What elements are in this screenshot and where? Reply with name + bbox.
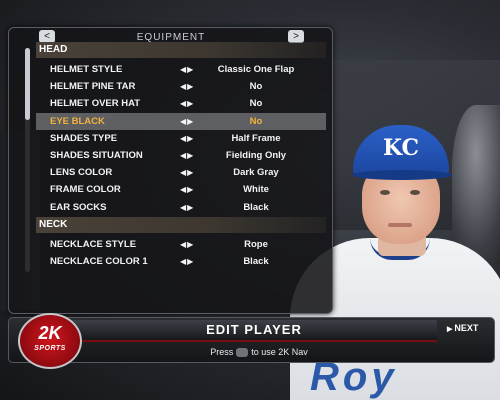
nav-hint: Press to use 2K Nav bbox=[159, 347, 359, 358]
option-value: Fielding Only bbox=[225, 150, 287, 161]
option-row[interactable]: EAR SOCKS ◀▶ Black bbox=[36, 199, 326, 216]
option-value: Rope bbox=[244, 238, 268, 250]
equipment-panel: < EQUIPMENT > HEAD HELMET STYLE ◀▶ Classic … bbox=[8, 27, 333, 314]
cap-logo: KC bbox=[382, 135, 420, 161]
option-value: No bbox=[249, 81, 263, 93]
section-header-neck: NECK bbox=[36, 216, 326, 233]
option-row[interactable]: NECKLACE STYLE ◀▶ Rope bbox=[36, 236, 326, 253]
option-row[interactable]: LENS COLOR ◀▶ Dark Gray bbox=[36, 164, 326, 181]
player-mouth bbox=[388, 223, 412, 227]
option-label: HELMET STYLE bbox=[50, 64, 123, 75]
option-row[interactable]: FRAME COLOR ◀▶ White bbox=[36, 181, 326, 198]
option-value: Classic One Flap bbox=[217, 64, 295, 75]
2k-sports-logo: 2K SPORTS bbox=[18, 313, 82, 369]
logo-sub: SPORTS bbox=[34, 345, 66, 352]
hint-prefix: Press bbox=[210, 347, 234, 357]
option-value: Half Frame bbox=[231, 132, 281, 144]
option-row[interactable]: NECKLACE COLOR 1 ◀▶ Black bbox=[36, 253, 326, 270]
left-right-arrows-icon[interactable]: ◀▶ bbox=[180, 164, 194, 181]
left-right-arrows-icon[interactable]: ◀▶ bbox=[180, 181, 194, 198]
option-row[interactable]: SHADES SITUATION ◀▶ Fielding Only bbox=[36, 147, 326, 164]
option-value: Dark Gray bbox=[233, 167, 279, 179]
option-row[interactable]: EYE BLACK ◀▶ No bbox=[36, 112, 326, 130]
option-label: SHADES TYPE bbox=[50, 132, 118, 144]
cap-brim bbox=[352, 170, 452, 180]
left-right-arrows-icon[interactable]: ◀▶ bbox=[180, 147, 194, 164]
option-label: NECKLACE STYLE bbox=[50, 238, 137, 250]
option-value: Black bbox=[243, 256, 269, 267]
hint-suffix: to use 2K Nav bbox=[251, 347, 308, 357]
screen-title: EDIT PLAYER bbox=[206, 322, 302, 337]
option-value: White bbox=[243, 184, 269, 196]
left-right-arrows-icon[interactable]: ◀▶ bbox=[180, 130, 194, 147]
option-label: HELMET PINE TAR bbox=[50, 81, 136, 93]
player-eye-left bbox=[380, 190, 390, 195]
left-right-arrows-icon[interactable]: ◀▶ bbox=[180, 199, 194, 216]
option-label: FRAME COLOR bbox=[50, 184, 121, 196]
left-right-arrows-icon[interactable]: ◀▶ bbox=[180, 113, 194, 130]
left-right-arrows-icon[interactable]: ◀▶ bbox=[180, 95, 194, 112]
left-right-arrows-icon[interactable]: ◀▶ bbox=[180, 61, 194, 78]
player-eye-right bbox=[410, 190, 420, 195]
next-arrow-icon: ▶ bbox=[447, 326, 453, 333]
option-value: No bbox=[249, 98, 263, 110]
left-right-arrows-icon[interactable]: ◀▶ bbox=[180, 236, 194, 253]
scrollbar-thumb[interactable] bbox=[25, 48, 30, 120]
left-right-arrows-icon[interactable]: ◀▶ bbox=[180, 253, 194, 270]
option-row[interactable]: HELMET STYLE ◀▶ Classic One Flap bbox=[36, 61, 326, 78]
option-row[interactable]: HELMET PINE TAR ◀▶ No bbox=[36, 78, 326, 95]
next-button[interactable]: ▶ NEXT bbox=[447, 323, 478, 333]
section-header-head: HEAD bbox=[36, 42, 326, 58]
option-row[interactable]: SHADES TYPE ◀▶ Half Frame bbox=[36, 130, 326, 147]
option-label: NECKLACE COLOR 1 bbox=[50, 256, 148, 267]
left-right-arrows-icon[interactable]: ◀▶ bbox=[180, 78, 194, 95]
logo-brand: 2K bbox=[38, 323, 62, 343]
option-row[interactable]: HELMET OVER HAT ◀▶ No bbox=[36, 95, 326, 112]
option-label: EYE BLACK bbox=[50, 115, 105, 127]
option-label: SHADES SITUATION bbox=[50, 150, 143, 161]
controller-button-icon bbox=[236, 348, 249, 358]
option-value: Black bbox=[243, 201, 269, 213]
next-label: NEXT bbox=[454, 323, 479, 333]
option-label: HELMET OVER HAT bbox=[50, 98, 141, 110]
option-label: EAR SOCKS bbox=[50, 201, 107, 213]
option-value: No bbox=[249, 115, 263, 127]
option-label: LENS COLOR bbox=[50, 167, 113, 179]
